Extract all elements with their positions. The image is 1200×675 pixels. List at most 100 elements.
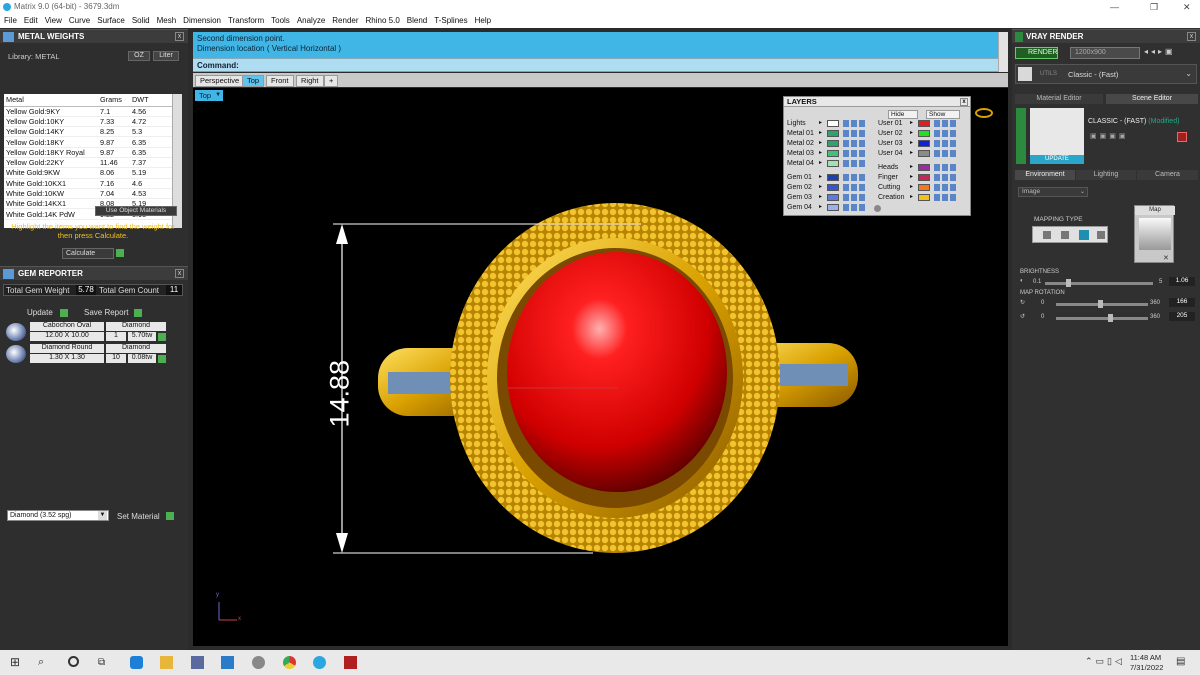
menu-mesh[interactable]: Mesh — [157, 14, 177, 28]
layer-visibility-icon[interactable] — [851, 130, 857, 137]
environment-select[interactable]: Image ⌄ — [1018, 187, 1088, 197]
layer-expand-icon[interactable]: ▸ — [819, 203, 822, 212]
mapping-dome-icon[interactable] — [1079, 230, 1089, 240]
matrix-app-icon[interactable] — [313, 656, 326, 669]
layer-visibility-icon[interactable] — [942, 174, 948, 181]
layer-expand-icon[interactable]: ▸ — [819, 129, 822, 138]
layer-lock-icon[interactable] — [934, 184, 940, 191]
mapping-box-icon[interactable] — [1061, 231, 1069, 239]
app-icon[interactable] — [252, 656, 265, 669]
layer-select-icon[interactable] — [859, 140, 865, 147]
menu-dimension[interactable]: Dimension — [183, 14, 221, 28]
hide-button[interactable]: Hide — [888, 110, 918, 119]
layer-row[interactable]: Gem 01 ▸ — [787, 173, 875, 182]
layer-lock-icon[interactable] — [934, 150, 940, 157]
layer-select-icon[interactable] — [950, 120, 956, 127]
layer-row[interactable]: Metal 04 ▸ — [787, 159, 875, 168]
layer-row[interactable]: Gem 02 ▸ — [787, 183, 875, 192]
layer-color-swatch[interactable] — [918, 130, 930, 137]
calculate-go-icon[interactable] — [116, 249, 124, 257]
layer-select-icon[interactable] — [950, 184, 956, 191]
layer-row[interactable]: Creation ▸ — [878, 193, 966, 202]
rotation-2-value[interactable]: 205 — [1169, 312, 1195, 321]
menu-analyze[interactable]: Analyze — [297, 14, 325, 28]
save-report-go-icon[interactable] — [134, 309, 142, 317]
table-row[interactable]: White Gold:10KX1 7.16 4.6 — [4, 178, 172, 189]
layer-expand-icon[interactable]: ▸ — [910, 129, 913, 138]
material-select[interactable]: Diamond (3.52 spg) ▼ — [7, 510, 109, 521]
resolution-field[interactable]: 1200x900 — [1070, 47, 1140, 59]
layer-select-icon[interactable] — [859, 174, 865, 181]
gem-row[interactable]: Diamond Round Diamond 1.30 X 1.30 10 0.0… — [4, 344, 184, 364]
scene-expand-handle[interactable] — [1016, 108, 1026, 164]
close-icon[interactable]: x — [175, 269, 184, 278]
layer-row[interactable]: Metal 01 ▸ — [787, 129, 875, 138]
oz-button[interactable]: OZ — [128, 51, 150, 61]
layer-visibility-icon[interactable] — [851, 194, 857, 201]
close-icon[interactable]: x — [1187, 32, 1196, 41]
layer-visibility-icon[interactable] — [942, 184, 948, 191]
close-icon[interactable]: x — [175, 32, 184, 41]
table-row[interactable]: Yellow Gold:18KY 9.87 6.35 — [4, 136, 172, 148]
layer-color-swatch[interactable] — [918, 164, 930, 171]
expand-icon[interactable] — [874, 205, 881, 212]
table-row[interactable]: Yellow Gold:22KY 11.46 7.37 — [4, 157, 172, 169]
menu-blend[interactable]: Blend — [407, 14, 427, 28]
layer-expand-icon[interactable]: ▸ — [819, 159, 822, 168]
rotation-slider-2[interactable] — [1056, 314, 1148, 322]
layer-lock-icon[interactable] — [934, 130, 940, 137]
close-icon[interactable]: ✕ — [1163, 254, 1169, 262]
layer-expand-icon[interactable]: ▸ — [910, 173, 913, 182]
layer-color-swatch[interactable] — [827, 194, 839, 201]
show-button[interactable]: Show — [926, 110, 960, 119]
set-material-button[interactable]: Set Material — [117, 512, 160, 521]
layer-visibility-icon[interactable] — [942, 140, 948, 147]
layer-row[interactable]: User 04 ▸ — [878, 149, 966, 158]
tab-perspective[interactable]: Perspective — [195, 75, 245, 87]
brightness-slider-knob[interactable] — [1066, 279, 1072, 287]
layer-expand-icon[interactable]: ▸ — [910, 119, 913, 128]
update-go-icon[interactable] — [60, 309, 68, 317]
layer-select-icon[interactable] — [950, 140, 956, 147]
clock-time[interactable]: 11:48 AM — [1130, 653, 1161, 662]
ring-toggle-icon[interactable] — [975, 108, 993, 118]
layer-lock-icon[interactable] — [843, 184, 849, 191]
layer-visibility-icon[interactable] — [851, 160, 857, 167]
gem-go-icon[interactable] — [158, 355, 166, 363]
layer-color-swatch[interactable] — [918, 150, 930, 157]
rhino-app-icon[interactable] — [344, 656, 357, 669]
col-grams[interactable]: Grams — [98, 94, 130, 107]
layer-expand-icon[interactable]: ▸ — [910, 149, 913, 158]
table-row[interactable]: Yellow Gold:14KY 8.25 5.3 — [4, 126, 172, 138]
layer-lock-icon[interactable] — [934, 164, 940, 171]
layer-color-swatch[interactable] — [827, 174, 839, 181]
clock-date[interactable]: 7/31/2022 — [1130, 663, 1163, 672]
layer-lock-icon[interactable] — [843, 130, 849, 137]
menu-solid[interactable]: Solid — [132, 14, 150, 28]
search-icon[interactable]: ⌕ — [38, 656, 51, 669]
layer-color-swatch[interactable] — [918, 184, 930, 191]
minimize-button[interactable]: — — [1110, 0, 1119, 14]
table-row[interactable]: White Gold:10KW 7.04 4.53 — [4, 188, 172, 200]
save-report-button[interactable]: Save Report — [84, 308, 128, 317]
layer-expand-icon[interactable]: ▸ — [819, 139, 822, 148]
layer-visibility-icon[interactable] — [851, 140, 857, 147]
scene-tools[interactable]: ▣▣▣▣ — [1090, 132, 1144, 141]
rotation-slider-1-knob[interactable] — [1098, 300, 1104, 308]
menu-rhino[interactable]: Rhino 5.0 — [366, 14, 400, 28]
layer-lock-icon[interactable] — [934, 120, 940, 127]
layer-expand-icon[interactable]: ▸ — [910, 183, 913, 192]
menu-tsplines[interactable]: T-Splines — [434, 14, 467, 28]
calculate-button[interactable]: Calculate — [62, 248, 114, 259]
cortana-icon[interactable] — [68, 656, 79, 667]
menu-render[interactable]: Render — [332, 14, 358, 28]
tab-camera[interactable]: Camera — [1137, 170, 1198, 180]
gem-go-icon[interactable] — [158, 333, 166, 341]
scene-update-button[interactable]: UPDATE — [1030, 155, 1084, 164]
layer-expand-icon[interactable]: ▸ — [819, 183, 822, 192]
menu-edit[interactable]: Edit — [24, 14, 38, 28]
layer-expand-icon[interactable]: ▸ — [819, 149, 822, 158]
menu-curve[interactable]: Curve — [69, 14, 90, 28]
mapping-sphere-icon[interactable] — [1097, 231, 1105, 239]
render-button[interactable]: RENDER — [1015, 47, 1058, 59]
